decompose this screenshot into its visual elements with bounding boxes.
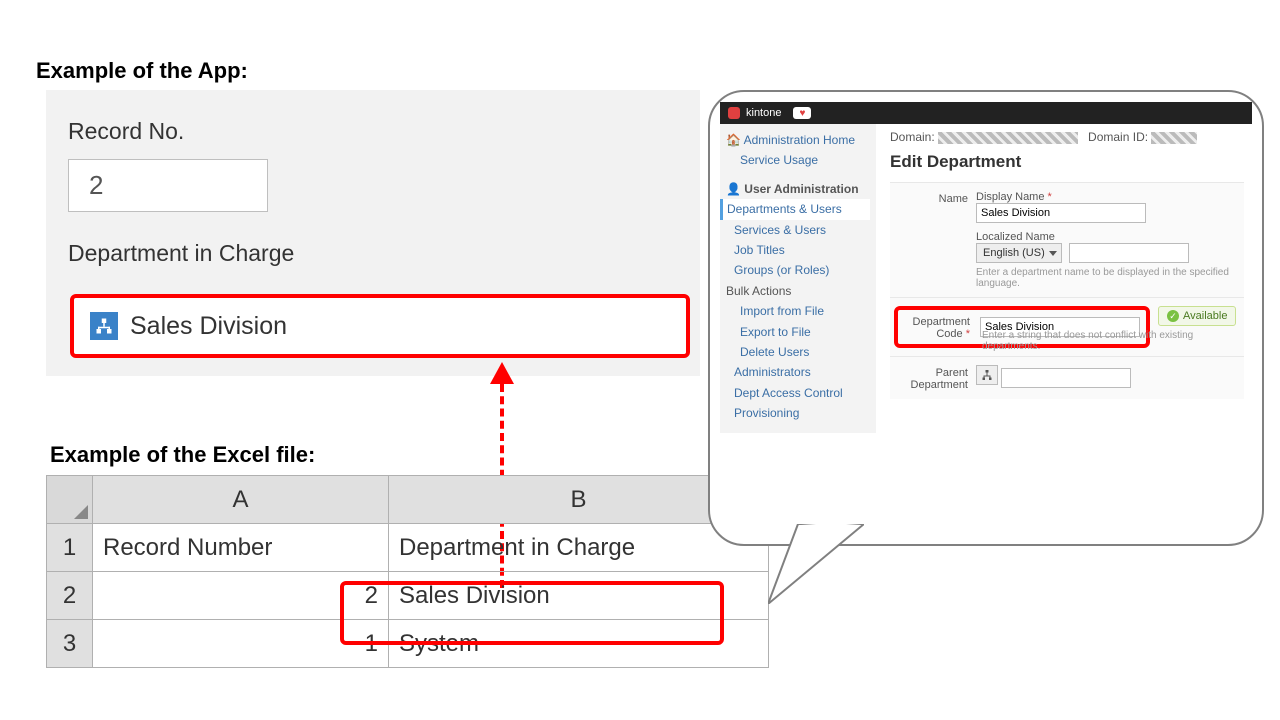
display-name-sublabel: Display Name [976, 191, 1044, 203]
nav-departments-users[interactable]: Departments & Users [720, 199, 870, 219]
nav-job-titles[interactable]: Job Titles [726, 240, 870, 260]
nav-service-usage[interactable]: Service Usage [726, 150, 870, 170]
localized-name-input[interactable] [1069, 243, 1189, 263]
excel-cell-b3[interactable]: System [389, 620, 769, 668]
excel-table: A B 1 Record Number Department in Charge… [46, 475, 769, 668]
record-no-label: Record No. [68, 118, 678, 145]
nav-export[interactable]: Export to File [726, 322, 870, 342]
domain-line: Domain: Domain ID: [890, 130, 1244, 144]
admin-main: Domain: Domain ID: Edit Department Name … [876, 124, 1252, 433]
kintone-brand: kintone [746, 107, 781, 119]
admin-top-bar: kintone ♥ [720, 102, 1252, 124]
org-icon [90, 312, 118, 340]
nav-provisioning[interactable]: Provisioning [726, 403, 870, 423]
excel-col-a[interactable]: A [93, 476, 389, 524]
localized-name-hint: Enter a department name to be displayed … [976, 267, 1240, 289]
nav-services-users[interactable]: Services & Users [726, 220, 870, 240]
nav-import[interactable]: Import from File [726, 301, 870, 321]
excel-cell-b1[interactable]: Department in Charge [389, 524, 769, 572]
nav-groups[interactable]: Groups (or Roles) [726, 260, 870, 280]
excel-row-2-header[interactable]: 2 [47, 572, 93, 620]
hearts-icon: ♥ [793, 107, 811, 119]
excel-cell-a1[interactable]: Record Number [93, 524, 389, 572]
available-badge: ✓ Available [1158, 306, 1236, 326]
nav-administration-home[interactable]: 🏠 Administration Home [726, 130, 870, 150]
language-select[interactable]: English (US) [976, 243, 1062, 263]
admin-callout-balloon: kintone ♥ 🏠 Administration Home Service … [708, 90, 1264, 546]
display-name-input[interactable] [976, 203, 1146, 223]
nav-user-admin-header: 👤 User Administration [726, 179, 870, 199]
nav-administrators[interactable]: Administrators [726, 362, 870, 382]
caption-app: Example of the App: [36, 58, 248, 84]
edit-department-title: Edit Department [890, 152, 1244, 172]
admin-screenshot: kintone ♥ 🏠 Administration Home Service … [720, 102, 1252, 433]
check-icon: ✓ [1167, 310, 1179, 322]
excel-cell-a2[interactable]: 2 [93, 572, 389, 620]
dept-code-hint: Enter a string that does not conflict wi… [982, 330, 1244, 352]
nav-dept-access[interactable]: Dept Access Control [726, 383, 870, 403]
dept-selection-value: Sales Division [130, 312, 287, 341]
excel-cell-b2[interactable]: Sales Division [389, 572, 769, 620]
excel-row-3-header[interactable]: 3 [47, 620, 93, 668]
org-tree-icon[interactable] [976, 365, 998, 385]
nav-delete-users[interactable]: Delete Users [726, 342, 870, 362]
excel-cell-a3[interactable]: 1 [93, 620, 389, 668]
dept-code-label: Department Code [913, 316, 970, 340]
nav-bulk-header: Bulk Actions [726, 281, 870, 301]
dept-in-charge-label: Department in Charge [68, 240, 678, 267]
form-row-dept-code: Department Code * ✓ Available Enter a st… [890, 297, 1244, 356]
excel-select-all[interactable] [47, 476, 93, 524]
form-row-name: Name Display Name * Localized Name Engli… [890, 182, 1244, 297]
parent-dept-input[interactable] [1001, 368, 1131, 388]
record-no-value: 2 [68, 159, 268, 212]
form-row-parent: Parent Department [890, 356, 1244, 399]
kintone-logo-icon [728, 107, 740, 119]
excel-row-1-header[interactable]: 1 [47, 524, 93, 572]
localized-name-sublabel: Localized Name [976, 231, 1240, 243]
domain-blurred [938, 132, 1078, 144]
domain-id-blurred [1151, 132, 1197, 144]
admin-sidebar: 🏠 Administration Home Service Usage 👤 Us… [720, 124, 876, 433]
dept-selection-row[interactable]: Sales Division [70, 294, 690, 358]
parent-dept-label: Parent Department [894, 365, 976, 391]
caption-excel: Example of the Excel file: [50, 442, 315, 468]
form-label-name: Name [894, 191, 976, 289]
